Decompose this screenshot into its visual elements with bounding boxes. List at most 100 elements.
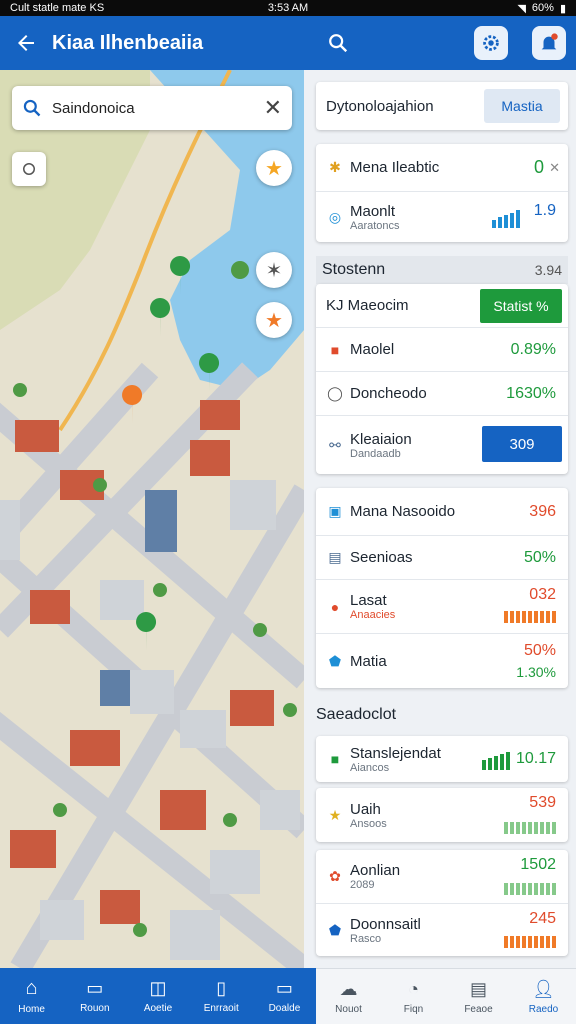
header-card: Dytonoloajahion Mastia xyxy=(316,82,568,130)
nav-activity[interactable]: ◫ Aoetie xyxy=(126,968,189,1024)
nav-nearby[interactable]: ☁ Nouot xyxy=(316,969,381,1024)
gear-icon xyxy=(483,35,499,51)
nav-label: Raedo xyxy=(528,1003,559,1015)
section-title: Saeadoclot xyxy=(316,706,397,723)
nav-profile[interactable]: 👤︎ Raedo xyxy=(511,969,576,1024)
list-item-label: Doncheodo xyxy=(350,385,427,402)
stats-panel: Dytonoloajahion Mastia ✱ Mena Ileabtic 0… xyxy=(304,70,576,968)
star-icon: ★ xyxy=(265,157,283,180)
nav-route[interactable]: ▭ Rouon xyxy=(63,968,126,1024)
cluster-icon: ✿ xyxy=(329,868,341,884)
map-search-bar[interactable]: ✕ xyxy=(12,86,292,130)
favorite-button[interactable]: ★ xyxy=(256,150,292,186)
compass-button[interactable]: ✶ xyxy=(256,252,292,288)
mini-bar-chart xyxy=(504,936,556,948)
news-icon: ▤ xyxy=(469,978,487,999)
list-item[interactable]: ▣ Mana Nasooido 396 xyxy=(316,488,568,536)
nav-details[interactable]: ▭ Doalde xyxy=(253,968,316,1024)
nav-find[interactable]: ◔ Fiqn xyxy=(381,969,446,1024)
signal-icon: ◎ xyxy=(328,208,342,225)
location-icon xyxy=(23,163,35,175)
list-item-value: 1630% xyxy=(506,384,556,402)
list-item[interactable]: ⬟ Matia 50% 1.30% xyxy=(316,634,568,688)
list-item-value: 1.9 xyxy=(533,202,556,219)
nav-label: Fiqn xyxy=(403,1003,424,1015)
list-item-value: 396 xyxy=(529,502,556,520)
nav-feed[interactable]: ▤ Feaoe xyxy=(446,969,511,1024)
link-icon: ⚯ xyxy=(329,436,341,453)
list-item-label: Mana Nasooido xyxy=(350,503,456,520)
list-item-value: 245 xyxy=(529,910,556,927)
list-item-value: 0 xyxy=(533,157,544,177)
list-item[interactable]: ● Lasat Anaacies 032 xyxy=(316,580,568,634)
nav-label: Doalde xyxy=(268,1003,301,1014)
search-icon xyxy=(329,34,348,53)
section-title: Stostenn xyxy=(322,261,386,278)
mini-bar-chart xyxy=(492,210,520,228)
section-header: Stostenn 3.94 xyxy=(316,256,568,284)
list-item-label: Lasat xyxy=(350,592,387,609)
map-search-input[interactable] xyxy=(52,99,254,117)
shield-icon: ⬟ xyxy=(328,921,342,938)
list-item-sub: Rasco xyxy=(350,932,382,945)
list-item-value-secondary: 1.30% xyxy=(516,664,556,680)
list-item-label: Aonlian xyxy=(350,862,401,879)
list-item-label: Matia xyxy=(350,652,387,670)
list-item-label: Mena Ileabtic xyxy=(350,159,440,176)
list-item[interactable]: ✱ Mena Ileabtic 0 ✕ xyxy=(316,144,568,192)
header-card-title: Dytonoloajahion xyxy=(326,97,434,115)
compass-icon: ◔ xyxy=(408,978,419,999)
list-item-value: 0.89% xyxy=(510,340,556,358)
poi-button[interactable]: ★ xyxy=(256,302,292,338)
compass-icon: ✶ xyxy=(265,259,283,282)
nav-label: Feaoe xyxy=(464,1003,493,1015)
bell-icon xyxy=(541,33,558,50)
list-item[interactable]: ▤ Seenioas 50% xyxy=(316,536,568,580)
list-item[interactable]: KJ Maeocim Statist % xyxy=(316,284,568,328)
list-item-sub: Ansoos xyxy=(350,817,387,830)
list-item[interactable]: ⚯ Kleaiaion Dandaadb 309 xyxy=(316,416,568,474)
pin-icon: ● xyxy=(330,598,340,615)
list-item-sub: Aiancos xyxy=(350,761,390,774)
list-item-label: Maolel xyxy=(350,341,395,358)
list-item[interactable]: ■ Stanslejendat Aiancos 10.17 xyxy=(316,736,568,782)
mini-bar-chart xyxy=(482,752,510,770)
list-item[interactable]: ★ Uaih Ansoos 539 xyxy=(316,788,568,842)
search-button[interactable] xyxy=(318,23,358,63)
list-card: ✿ Aonlian 2089 1502 ⬟ Doonnsaitl Rasco 2… xyxy=(316,850,568,956)
star-icon: ★ xyxy=(265,309,283,332)
close-icon[interactable]: ✕ xyxy=(549,160,560,176)
list-item-value: 50% xyxy=(523,548,556,566)
mini-bar-chart xyxy=(504,822,556,834)
city-map[interactable]: ✕ ★ ✶ ★ xyxy=(0,70,304,968)
wifi-icon: ◥ xyxy=(517,2,526,15)
nav-home[interactable]: ⌂ Home xyxy=(0,968,63,1024)
nav-secondary-group: ☁ Nouot ◔ Fiqn ▤ Feaoe 👤︎ Raedo xyxy=(316,968,576,1024)
statistics-button[interactable]: Statist % xyxy=(480,289,562,323)
map-graphic xyxy=(0,70,304,968)
list-icon: ▭ xyxy=(86,978,104,998)
nav-reports[interactable]: ▯ Enrraoit xyxy=(190,968,253,1024)
list-item-label: KJ Maeocim xyxy=(326,297,409,314)
app-title: Kiaa Ilhenbeaiia xyxy=(52,31,204,54)
nav-label: Enrraoit xyxy=(203,1003,239,1014)
chat-icon: ◫ xyxy=(149,978,167,998)
notifications-button[interactable] xyxy=(532,26,566,60)
list-item[interactable]: ◯ Doncheodo 1630% xyxy=(316,372,568,416)
list-item[interactable]: ✿ Aonlian 2089 1502 xyxy=(316,850,568,904)
bottom-navigation: ⌂ Home ▭ Rouon ◫ Aoetie ▯ Enrraoit ▭ Doa… xyxy=(0,968,576,1024)
list-item[interactable]: ◎ Maonlt Aaratoncs 1.9 xyxy=(316,192,568,242)
app-bar: Kiaa Ilhenbeaiia xyxy=(0,16,576,70)
list-item[interactable]: ⬟ Doonnsaitl Rasco 245 xyxy=(316,904,568,956)
clear-search-button[interactable]: ✕ xyxy=(264,95,282,121)
back-button[interactable] xyxy=(0,16,52,70)
locate-me-button[interactable] xyxy=(12,152,46,186)
value-button[interactable]: 309 xyxy=(482,426,562,462)
list-item[interactable]: ■ Maolel 0.89% xyxy=(316,328,568,372)
mini-bar-chart xyxy=(504,611,556,623)
home-icon: ⌂ xyxy=(25,977,38,999)
list-item-value: 539 xyxy=(529,794,556,811)
header-card-button[interactable]: Mastia xyxy=(484,89,560,123)
profile-settings-button[interactable] xyxy=(474,26,508,60)
list-item-label: Stanslejendat xyxy=(350,744,441,762)
